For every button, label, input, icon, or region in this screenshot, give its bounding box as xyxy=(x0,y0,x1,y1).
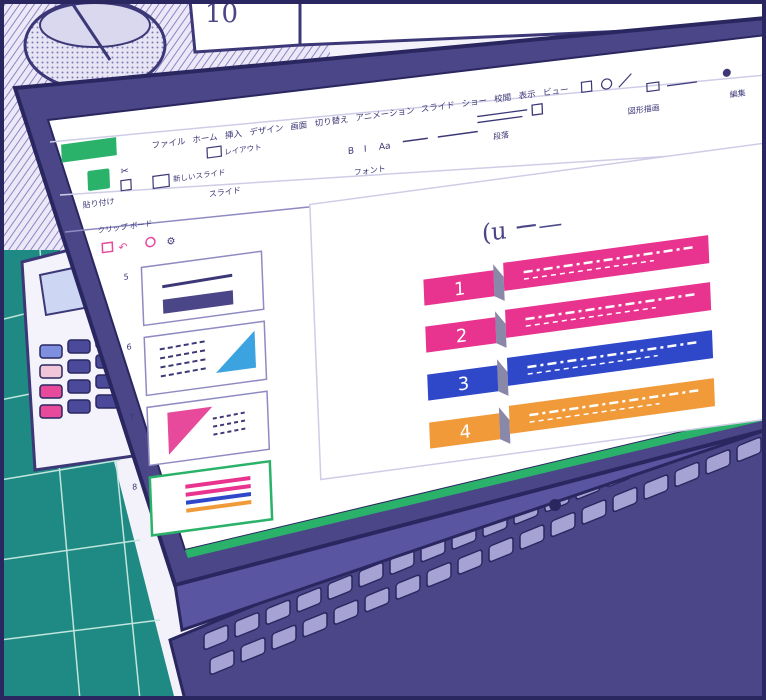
item-number: 2 xyxy=(455,325,467,347)
scene-illustration: 10 ファイル ホーム 挿入 デザイン 画面 切り替え アニメーション スライド… xyxy=(0,0,766,700)
webcam xyxy=(549,499,561,511)
svg-text:✂: ✂ xyxy=(120,166,129,178)
item-number: 3 xyxy=(457,373,469,395)
sticky-note: 10 xyxy=(188,0,307,54)
svg-text:⚙: ⚙ xyxy=(166,236,175,248)
sticky-note-text: 10 xyxy=(205,0,238,29)
svg-text:B: B xyxy=(348,146,355,157)
thumbnail-number: 5 xyxy=(124,272,129,282)
item-number: 1 xyxy=(454,278,466,300)
item-number: 4 xyxy=(459,421,471,443)
thumbnail-number: 8 xyxy=(132,482,137,492)
svg-text:I: I xyxy=(364,145,367,155)
svg-text:↶: ↶ xyxy=(118,240,128,254)
svg-text:Aa: Aa xyxy=(379,141,391,153)
thumbnail-number: 7 xyxy=(129,412,134,422)
laptop-scene: 10 ファイル ホーム 挿入 デザイン 画面 切り替え アニメーション スライド… xyxy=(0,0,766,700)
thumbnail-number: 6 xyxy=(126,342,131,352)
